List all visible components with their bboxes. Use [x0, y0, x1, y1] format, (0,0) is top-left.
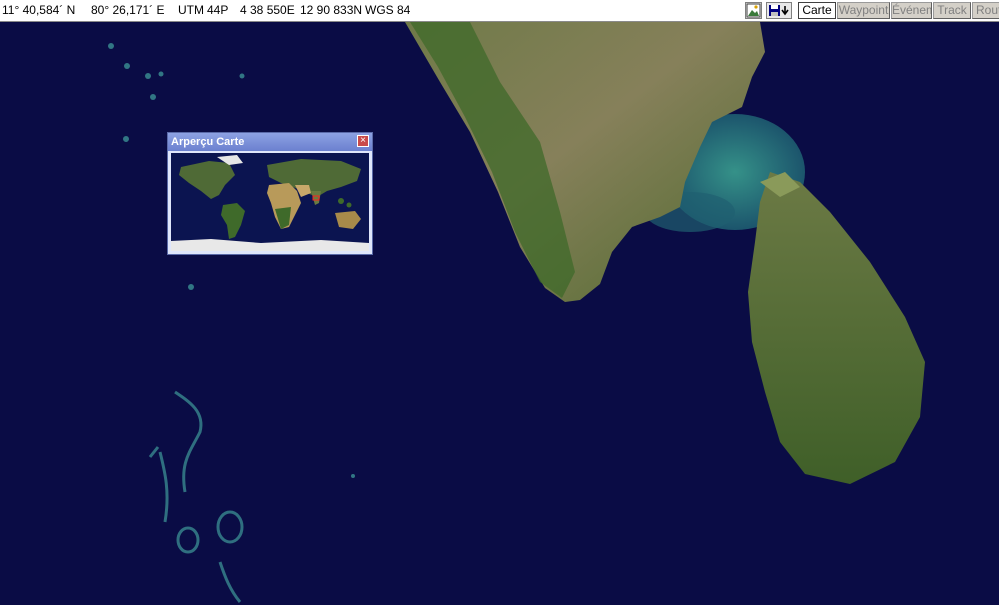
longitude-readout: 80° 26,171´ E	[91, 3, 165, 17]
datum-readout: WGS 84	[365, 3, 411, 17]
latitude-readout: 11° 40,584´ N	[2, 3, 76, 17]
tab-carte-button[interactable]: Carte	[798, 2, 836, 19]
tab-track-button[interactable]: Track	[933, 2, 971, 19]
overview-title: Arperçu Carte	[171, 136, 245, 148]
map-picture-icon[interactable]	[745, 2, 762, 19]
tab-waypoint-button[interactable]: Waypoint	[837, 2, 890, 19]
tab-route-button[interactable]: Route	[972, 2, 999, 19]
utm-zone: 44P	[207, 3, 229, 17]
satellite-map[interactable]	[0, 22, 999, 605]
overview-titlebar[interactable]: Arperçu Carte ×	[168, 133, 372, 151]
save-download-icon[interactable]	[766, 2, 792, 19]
northing-readout: 12 90 833N	[300, 3, 363, 17]
map-imagery	[0, 22, 999, 605]
close-icon[interactable]: ×	[357, 135, 369, 147]
overview-world-map[interactable]	[171, 153, 369, 251]
top-toolbar: 11° 40,584´ N 80° 26,171´ E UTM 44P 4 38…	[0, 0, 999, 22]
tab-evenements-button[interactable]: Événements	[891, 2, 932, 19]
utm-label: UTM	[178, 3, 204, 17]
overview-window[interactable]: Arperçu Carte ×	[167, 132, 373, 255]
world-map-imagery	[171, 153, 369, 251]
easting-readout: 4 38 550E	[240, 3, 295, 17]
